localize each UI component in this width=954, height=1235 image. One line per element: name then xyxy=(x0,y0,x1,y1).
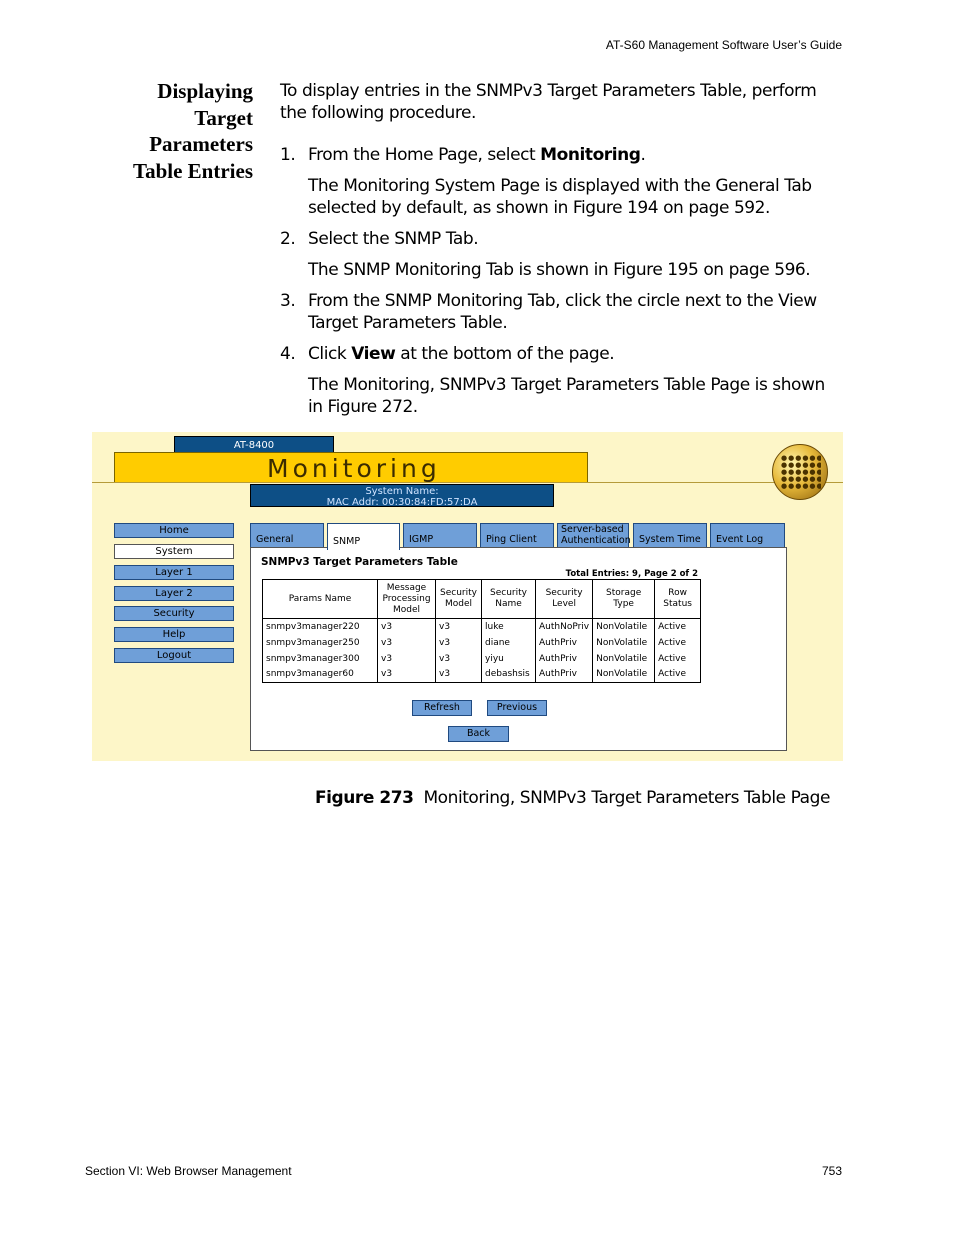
step-number: 2. xyxy=(280,229,296,249)
system-name-line: System Name: xyxy=(365,486,439,497)
section-heading-line: Table Entries xyxy=(133,158,253,183)
column-header: Message Processing Model xyxy=(377,579,436,619)
step-text: Click View at the bottom of the page. xyxy=(308,344,615,364)
table-row: snmpv3manager300 v3 v3 yiyu AuthPriv Non… xyxy=(262,650,702,667)
table-row: snmpv3manager250 v3 v3 diane AuthPriv No… xyxy=(262,634,702,651)
cell: snmpv3manager300 xyxy=(262,650,378,667)
panel-title: SNMPv3 Target Parameters Table xyxy=(261,556,458,568)
cell: v3 xyxy=(377,650,436,667)
cell: Active xyxy=(654,618,702,635)
tab-igmp[interactable]: IGMP xyxy=(403,523,477,548)
column-header: Security Name xyxy=(481,579,536,619)
cell: v3 xyxy=(435,666,482,683)
column-header: Security Model xyxy=(435,579,482,619)
cell: Active xyxy=(654,634,702,651)
section-heading-line: Displaying xyxy=(157,79,253,103)
step-note: The Monitoring, SNMPv3 Target Parameters… xyxy=(308,375,825,417)
nav-home-button[interactable]: Home xyxy=(114,523,234,538)
monitoring-banner: Monitoring xyxy=(114,452,588,483)
cell: v3 xyxy=(435,650,482,667)
step-number: 3. xyxy=(280,291,296,311)
footer-section: Section VI: Web Browser Management xyxy=(85,1164,292,1178)
cell: NonVolatile xyxy=(592,650,656,667)
cell: yiyu xyxy=(481,650,536,667)
section-heading-line: Parameters xyxy=(149,132,253,156)
section-heading-line: Target xyxy=(194,105,253,130)
cell: debashsis xyxy=(481,666,536,683)
cell: v3 xyxy=(435,618,482,635)
cell: v3 xyxy=(377,634,436,651)
figure-screenshot: AT-8400 Monitoring ●●●●●● ● ●●●●● ●● ●●●● ●… xyxy=(92,432,843,761)
column-header: Security Level xyxy=(534,579,594,619)
step-note: The SNMP Monitoring Tab is shown in Figu… xyxy=(308,260,811,280)
cell: v3 xyxy=(377,618,436,635)
banner-title: Monitoring xyxy=(267,454,441,483)
cell: diane xyxy=(481,634,536,651)
total-entries: Total Entries: 9, Page 2 of 2 xyxy=(565,569,698,579)
column-header: Row Status xyxy=(654,579,702,619)
nav-logout-button[interactable]: Logout xyxy=(114,648,234,663)
step-text: Select the SNMP Tab. xyxy=(308,229,479,249)
step-text: From the Home Page, select Monitoring. xyxy=(308,145,646,165)
nav-security-button[interactable]: Security xyxy=(114,606,234,621)
cell: NonVolatile xyxy=(592,618,656,635)
tab-server-based-authentication[interactable]: Server-based Authentication xyxy=(557,523,631,548)
system-info-bar: System Name: MAC Addr: 00:30:84:FD:57:DA xyxy=(250,484,554,508)
target-params-table: Params Name Message Processing Model Secur… xyxy=(262,579,702,683)
cell: NonVolatile xyxy=(592,634,656,651)
back-button[interactable]: Back xyxy=(448,726,509,742)
cell: Active xyxy=(654,650,702,667)
table-row: snmpv3manager60 v3 v3 debashsis AuthPriv… xyxy=(262,666,702,683)
cell: Active xyxy=(654,666,702,683)
model-label: AT-8400 xyxy=(174,436,334,453)
cell: snmpv3manager220 xyxy=(262,618,378,635)
tab-general[interactable]: General xyxy=(250,523,324,548)
cell: NonVolatile xyxy=(592,666,656,683)
table-row: snmpv3manager220 v3 v3 luke AuthNoPriv N… xyxy=(262,618,702,635)
cell: luke xyxy=(481,618,536,635)
step-number: 4. xyxy=(280,344,296,364)
tab-ping-client[interactable]: Ping Client xyxy=(480,523,554,548)
cell: snmpv3manager250 xyxy=(262,634,378,651)
mac-address-line: MAC Addr: 00:30:84:FD:57:DA xyxy=(326,497,478,508)
globe-logo-icon: ●●●●●●● ●●●●●●● ●●●●●●● ●●●●●●● ●●●●●● xyxy=(772,444,828,500)
content-panel: SNMPv3 Target Parameters Table Total Ent… xyxy=(250,547,787,751)
page-number: 753 xyxy=(821,1164,842,1178)
cell: v3 xyxy=(435,634,482,651)
cell: AuthPriv xyxy=(534,666,594,683)
figure-caption: Figure 273 Monitoring, SNMPv3 Target Par… xyxy=(315,788,830,808)
intro-paragraph: To display entries in the SNMPv3 Target … xyxy=(280,81,817,123)
previous-button[interactable]: Previous xyxy=(487,700,547,716)
nav-layer1-button[interactable]: Layer 1 xyxy=(114,565,234,580)
cell: AuthNoPriv xyxy=(534,618,594,635)
nav-layer2-button[interactable]: Layer 2 xyxy=(114,586,234,601)
tab-system-time[interactable]: System Time xyxy=(633,523,707,548)
column-header: Params Name xyxy=(262,579,378,619)
cell: v3 xyxy=(377,666,436,683)
cell: AuthPriv xyxy=(534,650,594,667)
column-header: Storage Type xyxy=(592,579,656,619)
tab-event-log[interactable]: Event Log xyxy=(710,523,785,548)
running-header: AT-S60 Management Software User’s Guide xyxy=(605,38,842,52)
step-number: 1. xyxy=(280,145,296,165)
banner-rule xyxy=(92,482,843,483)
cell: AuthPriv xyxy=(534,634,594,651)
section-heading: Displaying Target Parameters Table Entri… xyxy=(100,78,253,184)
step-note: The Monitoring System Page is displayed … xyxy=(308,176,812,218)
cell: snmpv3manager60 xyxy=(262,666,378,683)
tab-snmp[interactable]: SNMP xyxy=(327,523,400,550)
nav-help-button[interactable]: Help xyxy=(114,627,234,642)
step-text: From the SNMP Monitoring Tab, click the … xyxy=(308,291,817,333)
nav-system-button[interactable]: System xyxy=(114,544,234,559)
refresh-button[interactable]: Refresh xyxy=(412,700,472,716)
